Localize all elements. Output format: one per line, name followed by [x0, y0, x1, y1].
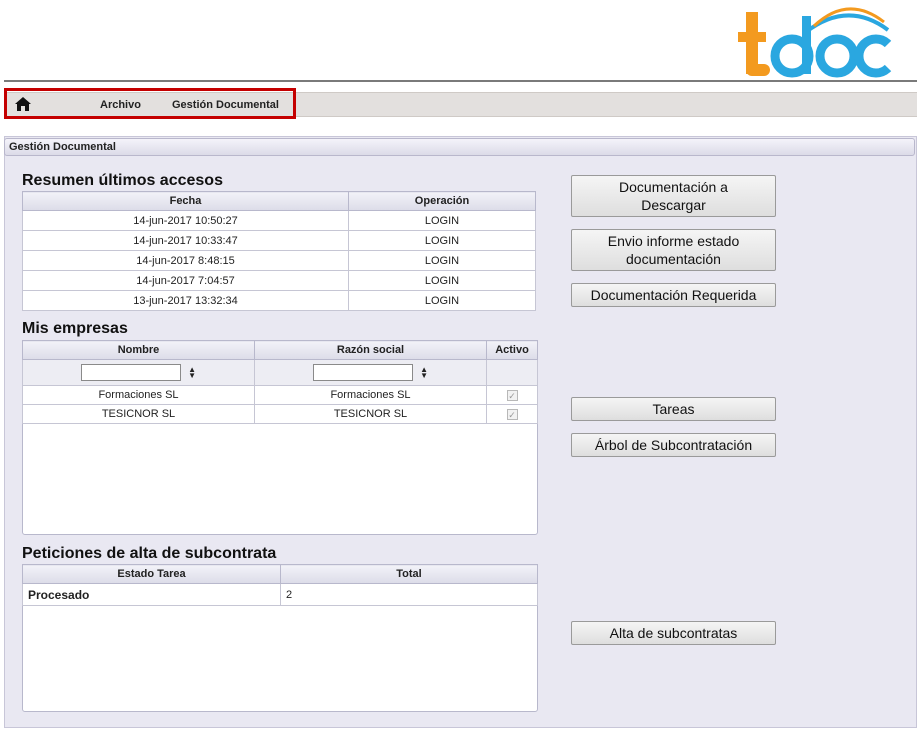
arbol-subcontratacion-button[interactable]: Árbol de Subcontratación: [571, 433, 776, 457]
filter-nombre-cell: ▲ ▼: [22, 359, 255, 386]
col-fecha[interactable]: Fecha: [22, 191, 349, 211]
activo-cell: ✓: [486, 404, 538, 424]
operacion-cell: LOGIN: [348, 290, 536, 311]
col-total[interactable]: Total: [280, 564, 538, 584]
fecha-cell: 14-jun-2017 7:04:57: [22, 270, 349, 291]
operacion-cell: LOGIN: [348, 250, 536, 271]
activo-cell: ✓: [486, 385, 538, 405]
table-row[interactable]: Formaciones SL Formaciones SL ✓: [22, 385, 538, 405]
operacion-cell: LOGIN: [348, 270, 536, 291]
peticiones-table: Estado Tarea Total Procesado 2: [22, 564, 538, 606]
activo-checkbox: ✓: [506, 408, 518, 420]
nombre-cell: TESICNOR SL: [22, 404, 255, 424]
filter-razon-input[interactable]: [313, 364, 413, 381]
button-label-line1: Documentación a: [619, 179, 728, 195]
operacion-cell: LOGIN: [348, 230, 536, 251]
resumen-title: Resumen últimos accesos: [22, 172, 223, 189]
fecha-cell: 13-jun-2017 13:32:34: [22, 290, 349, 311]
table-row: 14-jun-2017 10:33:47 LOGIN: [22, 230, 536, 251]
filter-activo-cell: [486, 359, 538, 386]
fecha-cell: 14-jun-2017 10:33:47: [22, 230, 349, 251]
filter-razon-cell: ▲ ▼: [254, 359, 487, 386]
activo-checkbox: ✓: [506, 389, 518, 401]
tareas-button[interactable]: Tareas: [571, 397, 776, 421]
envio-informe-button[interactable]: Envio informe estado documentación: [571, 229, 776, 271]
total-cell: 2: [280, 583, 538, 606]
razon-cell: Formaciones SL: [254, 385, 487, 405]
table-row: 14-jun-2017 8:48:15 LOGIN: [22, 250, 536, 271]
button-label-line2: Descargar: [641, 197, 706, 213]
col-operacion[interactable]: Operación: [348, 191, 536, 211]
documentacion-requerida-button[interactable]: Documentación Requerida: [571, 283, 776, 307]
empresas-table: Nombre Razón social Activo ▲ ▼ ▲ ▼ Formaci…: [22, 340, 538, 424]
nombre-cell: Formaciones SL: [22, 385, 255, 405]
col-razon-social[interactable]: Razón social: [254, 340, 487, 360]
operacion-cell: LOGIN: [348, 210, 536, 231]
col-nombre[interactable]: Nombre: [22, 340, 255, 360]
nav-gestion-documental[interactable]: Gestión Documental: [172, 99, 279, 111]
home-icon[interactable]: [14, 96, 32, 112]
nav-archivo[interactable]: Archivo: [100, 99, 141, 111]
button-label-line1: Envio informe estado: [607, 233, 740, 249]
table-row[interactable]: Procesado 2: [22, 583, 538, 606]
empresas-title: Mis empresas: [22, 320, 128, 337]
resumen-table: Fecha Operación 14-jun-2017 10:50:27 LOG…: [22, 191, 536, 311]
documentacion-descargar-button[interactable]: Documentación a Descargar: [571, 175, 776, 217]
alta-subcontratas-button[interactable]: Alta de subcontratas: [571, 621, 776, 645]
filter-nombre-input[interactable]: [81, 364, 181, 381]
fecha-cell: 14-jun-2017 10:50:27: [22, 210, 349, 231]
top-divider: [4, 80, 917, 82]
sort-icon[interactable]: ▲ ▼: [420, 365, 428, 379]
tdoc-logo: [738, 7, 892, 78]
sort-icon[interactable]: ▲ ▼: [188, 365, 196, 379]
table-row: 13-jun-2017 13:32:34 LOGIN: [22, 290, 536, 311]
estado-cell: Procesado: [22, 583, 281, 606]
table-row: 14-jun-2017 10:50:27 LOGIN: [22, 210, 536, 231]
razon-cell: TESICNOR SL: [254, 404, 487, 424]
button-label-line2: documentación: [626, 251, 721, 267]
fecha-cell: 14-jun-2017 8:48:15: [22, 250, 349, 271]
col-activo[interactable]: Activo: [486, 340, 538, 360]
table-row: 14-jun-2017 7:04:57 LOGIN: [22, 270, 536, 291]
table-row[interactable]: TESICNOR SL TESICNOR SL ✓: [22, 404, 538, 424]
panel-header: Gestión Documental: [4, 138, 915, 156]
col-estado-tarea[interactable]: Estado Tarea: [22, 564, 281, 584]
peticiones-title: Peticiones de alta de subcontrata: [22, 545, 277, 562]
